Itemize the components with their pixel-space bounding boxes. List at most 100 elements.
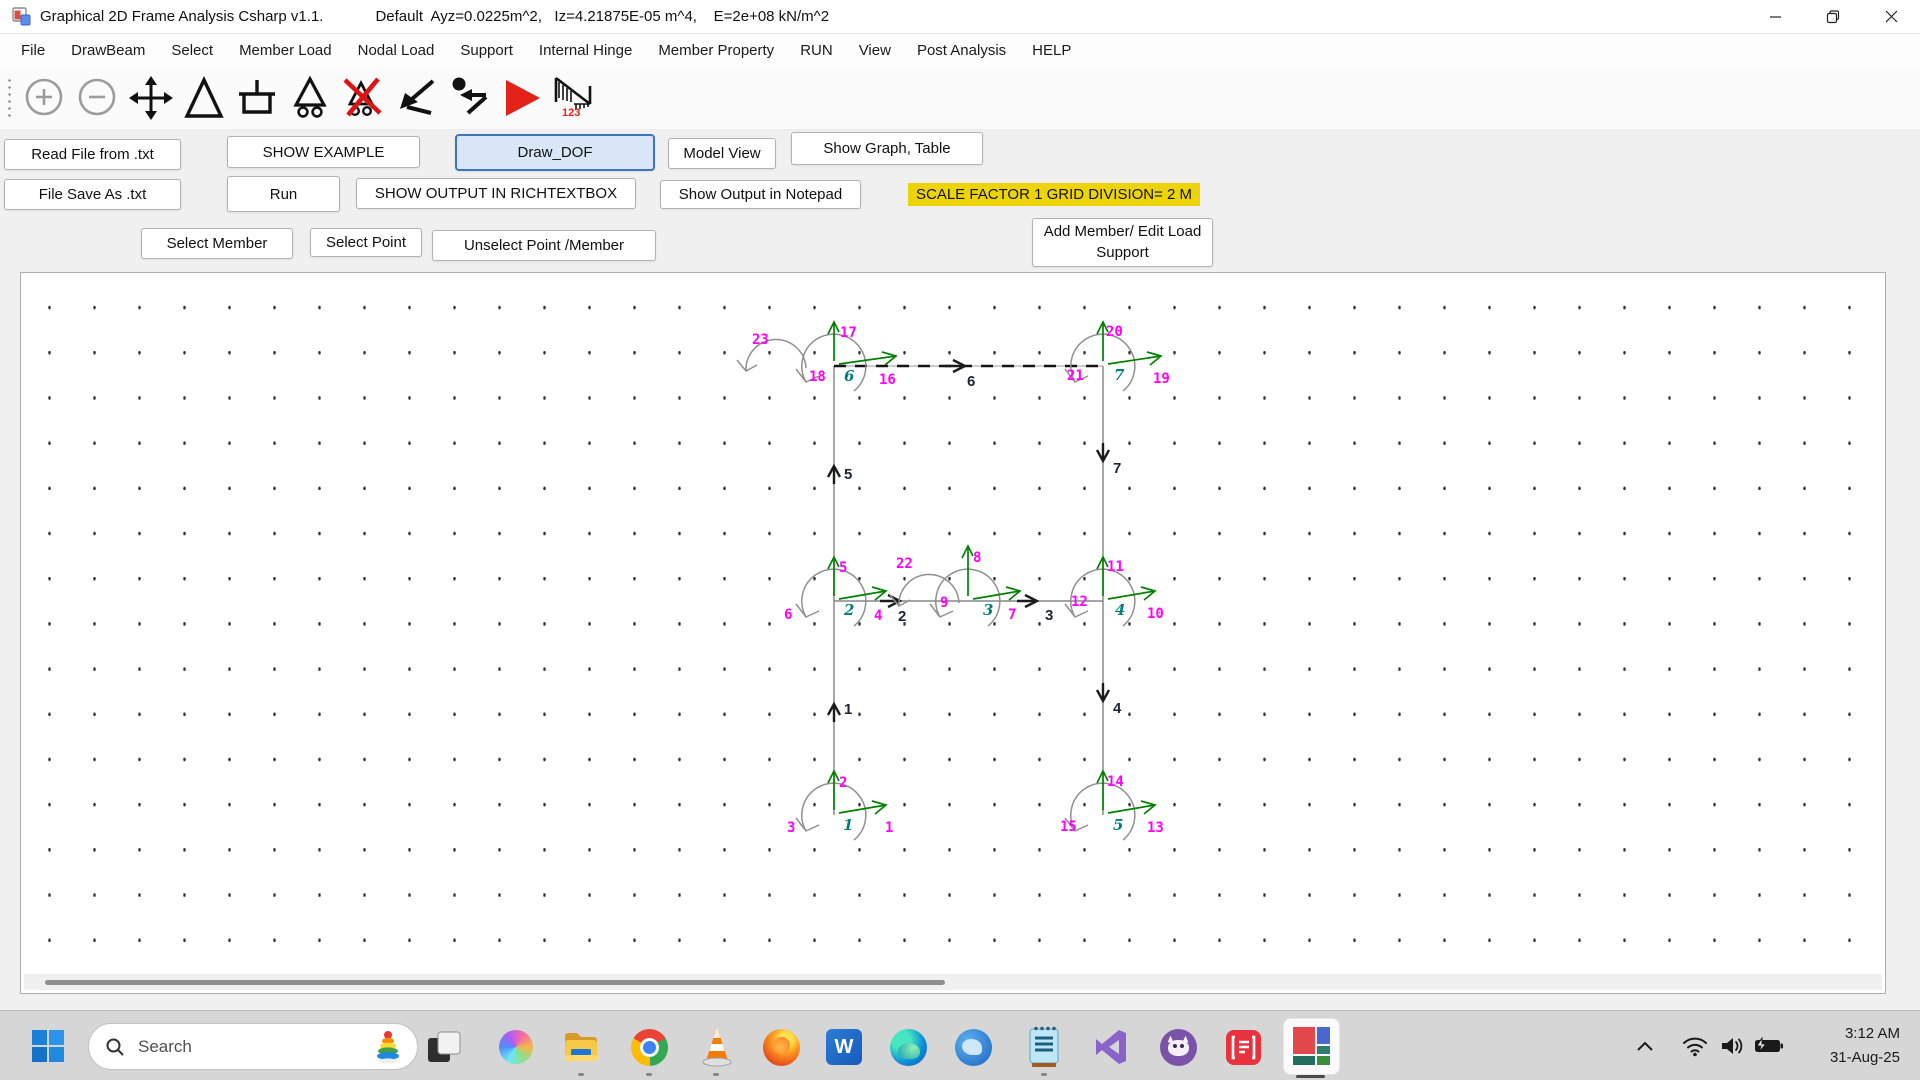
run-button[interactable]: Run [227,176,340,212]
open-indicator-notepad [1041,1073,1047,1076]
member-label-7: 7 [1113,460,1121,477]
menu-item-nodal-load[interactable]: Nodal Load [345,42,448,59]
dof-label-5: 5 [839,560,847,576]
dof-label-11: 11 [1107,559,1124,575]
frame-analysis-app-icon[interactable] [1283,1018,1340,1075]
menu-item-help[interactable]: HELP [1019,42,1084,59]
add-member-edit-load-support-button[interactable]: Add Member/ Edit Load Support [1032,218,1213,267]
task-view-icon[interactable] [424,1027,464,1067]
open-indicator-vlc [713,1073,719,1076]
search-icon [105,1037,125,1057]
drawing-canvas[interactable]: 1234567369121518212223124578101113141617… [20,272,1886,994]
file-save-button[interactable]: File Save As .txt [4,179,181,210]
dof-label-12: 12 [1071,594,1088,610]
pan-icon[interactable] [124,70,177,126]
menu-item-file[interactable]: File [8,42,58,59]
menu-item-post-analysis[interactable]: Post Analysis [904,42,1019,59]
dof-label-7: 7 [1008,607,1016,623]
fixed-support-icon[interactable] [230,70,283,126]
dof-label-23: 23 [752,332,769,348]
dof-label-4: 4 [874,608,882,624]
zoom-out-icon[interactable] [71,70,124,126]
member-label-6: 6 [967,373,975,390]
select-member-button[interactable]: Select Member [141,228,293,259]
run-icon[interactable] [495,70,548,126]
show-graph-table-button[interactable]: Show Graph, Table [791,132,983,165]
canvas-scrollbar-thumb[interactable] [45,980,945,985]
menu-item-member-property[interactable]: Member Property [645,42,787,59]
menu-item-run[interactable]: RUN [787,42,846,59]
edge-icon[interactable] [888,1027,928,1067]
active-app-indicator [1296,1075,1325,1078]
add-member-line1: Add Member/ Edit Load [1044,222,1202,242]
member-label-5: 5 [844,466,852,483]
minimize-button[interactable] [1746,0,1804,33]
firefox-icon[interactable] [761,1027,801,1067]
dof-label-1: 1 [885,820,893,836]
menu-item-select[interactable]: Select [158,42,226,59]
menu-item-member-load[interactable]: Member Load [226,42,345,59]
default-properties-text: Default Ayz=0.0225m^2, Iz=4.21875E-05 m^… [375,8,829,25]
start-button-icon[interactable] [29,1027,67,1065]
dof-label-15: 15 [1060,819,1077,835]
node-label-3: 3 [983,601,993,619]
close-button[interactable] [1862,0,1920,33]
show-example-button[interactable]: SHOW EXAMPLE [227,136,420,168]
tray-volume-icon[interactable] [1716,1032,1748,1060]
read-file-button[interactable]: Read File from .txt [4,139,181,170]
github-desktop-icon[interactable] [1158,1027,1198,1067]
dimension-123-icon[interactable]: 123 [548,70,601,126]
show-output-notepad-button[interactable]: Show Output in Notepad [660,180,861,209]
copilot-icon[interactable] [497,1028,535,1066]
word-icon[interactable]: W [824,1027,864,1067]
tray-clock[interactable]: 3:12 AM 31-Aug-25 [1830,1022,1900,1070]
draw-dof-button[interactable]: Draw_DOF [455,134,655,171]
app-icon [12,7,31,26]
search-box[interactable]: Search [88,1023,418,1070]
toolbar-grip[interactable] [7,77,12,119]
dof-label-2: 2 [839,775,847,791]
menu-item-support[interactable]: Support [447,42,526,59]
member-load-icon[interactable] [389,70,442,126]
dof-label-9: 9 [940,595,948,611]
canvas-horizontal-scrollbar[interactable] [24,974,1882,990]
add-member-line2: Support [1096,243,1149,263]
delete-support-icon[interactable] [336,70,389,126]
node-label-4: 4 [1115,601,1125,619]
dof-label-16: 16 [879,372,896,388]
select-point-button[interactable]: Select Point [310,228,422,257]
red-notes-app-icon[interactable] [1223,1027,1263,1067]
nodal-load-icon[interactable] [442,70,495,126]
restore-button[interactable] [1804,0,1862,33]
titlebar: Graphical 2D Frame Analysis Csharp v1.1.… [0,0,1920,34]
open-indicator-chrome [646,1073,652,1076]
visual-studio-icon[interactable] [1091,1027,1131,1067]
chrome-icon[interactable] [629,1027,669,1067]
roller-support-icon[interactable] [283,70,336,126]
file-explorer-icon[interactable] [561,1027,601,1067]
notepad-icon[interactable] [1024,1024,1064,1068]
menu-item-drawbeam[interactable]: DrawBeam [58,42,158,59]
tray-battery-charging-icon[interactable] [1752,1033,1786,1059]
unselect-point-member-button[interactable]: Unselect Point /Member [432,230,656,261]
tray-chevron-up-icon[interactable] [1631,1034,1659,1058]
dof-label-8: 8 [973,550,981,566]
app-window: { "titlebar": { "title": "Graphical 2D F… [0,0,1920,1080]
dof-label-14: 14 [1107,774,1124,790]
model-view-button[interactable]: Model View [668,138,776,169]
dof-label-20: 20 [1106,324,1123,340]
tray-wifi-icon[interactable] [1680,1032,1710,1060]
zoom-in-icon[interactable] [18,70,71,126]
pin-support-icon[interactable] [177,70,230,126]
show-output-richtextbox-button[interactable]: SHOW OUTPUT IN RICHTEXTBOX [356,178,636,209]
menu-item-internal-hinge[interactable]: Internal Hinge [526,42,645,59]
vlc-icon[interactable] [697,1025,737,1067]
word-letter: W [835,1036,854,1059]
dof-label-19: 19 [1153,371,1170,387]
member-label-2: 2 [898,608,906,625]
dimension-label: 123 [562,107,580,119]
menu-item-view[interactable]: View [846,42,904,59]
dof-label-3: 3 [787,820,795,836]
thunderbird-icon[interactable] [953,1027,993,1067]
member-label-1: 1 [844,701,852,718]
